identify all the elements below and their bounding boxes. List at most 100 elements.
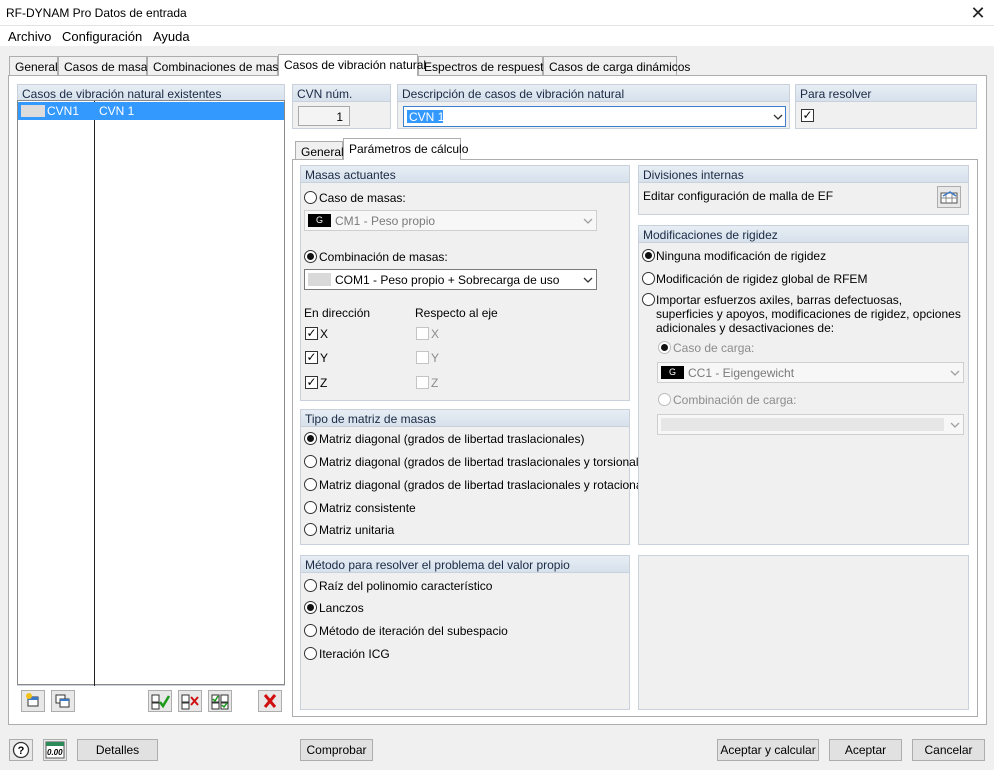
- matrix-option-1-radio[interactable]: [304, 432, 317, 445]
- stiffness-import-radio[interactable]: [642, 293, 655, 306]
- tab-combinaciones-de-masas[interactable]: Combinaciones de masas: [147, 56, 291, 75]
- units-button[interactable]: 0.00: [43, 739, 67, 761]
- units-icon-text: 0.00: [47, 748, 63, 757]
- close-icon[interactable]: ✕: [962, 0, 994, 26]
- matrix-option-5-radio[interactable]: [304, 523, 317, 536]
- fe-mesh-settings-button[interactable]: [937, 186, 961, 208]
- internal-divisions-header: Divisiones internas: [639, 166, 968, 183]
- details-button[interactable]: Detalles: [77, 739, 158, 761]
- axis-z-label: Z: [431, 376, 439, 390]
- method-option-3-radio[interactable]: [304, 624, 317, 637]
- direction-y-label: Y: [320, 351, 329, 365]
- copy-case-button[interactable]: [51, 690, 75, 712]
- to-solve-checkbox[interactable]: ✓: [801, 109, 814, 122]
- cvn-number-panel: CVN núm. 1: [292, 84, 391, 129]
- method-option-2-label: Lanczos: [319, 601, 364, 615]
- stiffness-none-label: Ninguna modificación de rigidez: [656, 249, 827, 263]
- matrix-option-4-radio[interactable]: [304, 501, 317, 514]
- direction-x-checkbox[interactable]: ✓: [305, 327, 318, 340]
- stiffness-none-radio[interactable]: [642, 249, 655, 262]
- method-option-4-radio[interactable]: [304, 647, 317, 660]
- mass-case-value: CM1 - Peso propio: [335, 214, 436, 228]
- check-all-button[interactable]: [148, 690, 172, 712]
- help-button[interactable]: ?: [9, 739, 33, 761]
- eigen-method-header: Método para resolver el problema del val…: [301, 556, 629, 573]
- axis-z-checkbox[interactable]: [416, 376, 429, 389]
- mass-combination-combobox[interactable]: COM1 - Peso propio + Sobrecarga de uso: [304, 269, 597, 290]
- chevron-down-icon: [583, 218, 593, 224]
- method-option-4-label: Iteración ICG: [319, 647, 390, 661]
- direction-z-checkbox[interactable]: ✓: [305, 376, 318, 389]
- tab-general[interactable]: General: [9, 56, 58, 75]
- menu-bar: [0, 26, 994, 46]
- mass-case-label: Caso de masas:: [319, 191, 406, 205]
- stiffness-header: Modificaciones de rigidez: [639, 226, 968, 243]
- chevron-down-icon: [773, 114, 783, 120]
- matrix-option-1-label: Matriz diagonal (grados de libertad tras…: [319, 432, 585, 446]
- axis-x-checkbox[interactable]: [416, 327, 429, 340]
- axis-x-label: X: [431, 327, 440, 341]
- accept-button[interactable]: Aceptar: [829, 739, 902, 761]
- fe-mesh-label: Editar configuración de malla de EF: [643, 189, 834, 203]
- load-case-chip: G: [661, 366, 684, 379]
- subtab-parametros-de-calculo[interactable]: Parámetros de cálculo: [343, 138, 468, 160]
- matrix-option-3-radio[interactable]: [304, 478, 317, 491]
- method-option-3-label: Método de iteración del subespacio: [319, 624, 508, 638]
- list-column-divider: [94, 101, 95, 686]
- chevron-down-icon: [950, 422, 960, 428]
- load-case-radio[interactable]: [658, 341, 671, 354]
- uncheck-all-icon: [181, 694, 199, 710]
- uncheck-all-button[interactable]: [178, 690, 202, 712]
- matrix-type-header: Tipo de matriz de masas: [301, 410, 629, 427]
- tab-espectros-de-respuesta[interactable]: Espectros de respuesta: [418, 56, 550, 75]
- mass-case-radio[interactable]: [304, 191, 317, 204]
- mass-combination-radio[interactable]: [304, 250, 317, 263]
- check-button[interactable]: Comprobar: [300, 739, 373, 761]
- menu-configuracion[interactable]: Configuración: [62, 29, 142, 44]
- mesh-settings-icon: [940, 191, 958, 204]
- matrix-option-2-label: Matriz diagonal (grados de libertad tras…: [319, 455, 656, 469]
- new-case-button[interactable]: [21, 690, 45, 712]
- load-case-label: Caso de carga:: [673, 341, 755, 355]
- check-all-icon: [151, 694, 171, 710]
- load-combination-combobox[interactable]: [657, 414, 964, 435]
- description-header: Descripción de casos de vibración natura…: [398, 85, 789, 102]
- chevron-down-icon: [950, 370, 960, 376]
- matrix-option-3-label: Matriz diagonal (grados de libertad tras…: [319, 478, 662, 492]
- tab-casos-de-masas[interactable]: Casos de masas: [58, 56, 153, 75]
- method-option-2-radio[interactable]: [304, 601, 317, 614]
- toggle-selection-button[interactable]: [208, 690, 232, 712]
- load-combination-label: Combinación de carga:: [673, 393, 797, 407]
- subtab-general[interactable]: General: [295, 141, 344, 160]
- stiffness-global-radio[interactable]: [642, 272, 655, 285]
- tab-casos-de-carga-dinamicos[interactable]: Casos de carga dinámicos: [543, 56, 690, 75]
- help-icon: ?: [12, 741, 30, 759]
- menu-ayuda[interactable]: Ayuda: [153, 29, 190, 44]
- matrix-option-2-radio[interactable]: [304, 455, 317, 468]
- tab-casos-de-vibracion-natural[interactable]: Casos de vibración natural: [278, 54, 426, 76]
- cases-listbox[interactable]: CVN1 CVN 1: [17, 100, 285, 686]
- description-panel: Descripción de casos de vibración natura…: [397, 84, 790, 129]
- accept-and-calculate-button[interactable]: Aceptar y calcular: [717, 739, 819, 761]
- matrix-option-5-label: Matriz unitaria: [319, 523, 395, 537]
- direction-z-label: Z: [320, 376, 328, 390]
- mass-combination-color-swatch: [308, 273, 331, 286]
- matrix-option-4-label: Matriz consistente: [319, 501, 416, 515]
- new-icon: [26, 693, 39, 707]
- description-combobox[interactable]: CVN 1: [403, 106, 786, 127]
- list-item-cvn1[interactable]: CVN1 CVN 1: [18, 102, 284, 120]
- load-case-combobox[interactable]: G CC1 - Eigengewicht: [657, 362, 964, 383]
- mass-case-combobox[interactable]: G CM1 - Peso propio: [304, 210, 597, 231]
- axis-y-checkbox[interactable]: [416, 351, 429, 364]
- delete-case-button[interactable]: [258, 690, 282, 712]
- axis-label: Respecto al eje: [415, 306, 498, 320]
- cvn-number-header: CVN núm.: [293, 85, 390, 102]
- direction-y-checkbox[interactable]: ✓: [305, 351, 318, 364]
- cancel-button[interactable]: Cancelar: [912, 739, 985, 761]
- method-option-1-radio[interactable]: [304, 579, 317, 592]
- load-case-value: CC1 - Eigengewicht: [688, 366, 795, 380]
- menu-archivo[interactable]: Archivo: [8, 29, 51, 44]
- copy-icon: [55, 694, 70, 708]
- load-combination-radio[interactable]: [658, 393, 671, 406]
- stiffness-import-label: Importar esfuerzos axiles, barras defect…: [656, 293, 961, 335]
